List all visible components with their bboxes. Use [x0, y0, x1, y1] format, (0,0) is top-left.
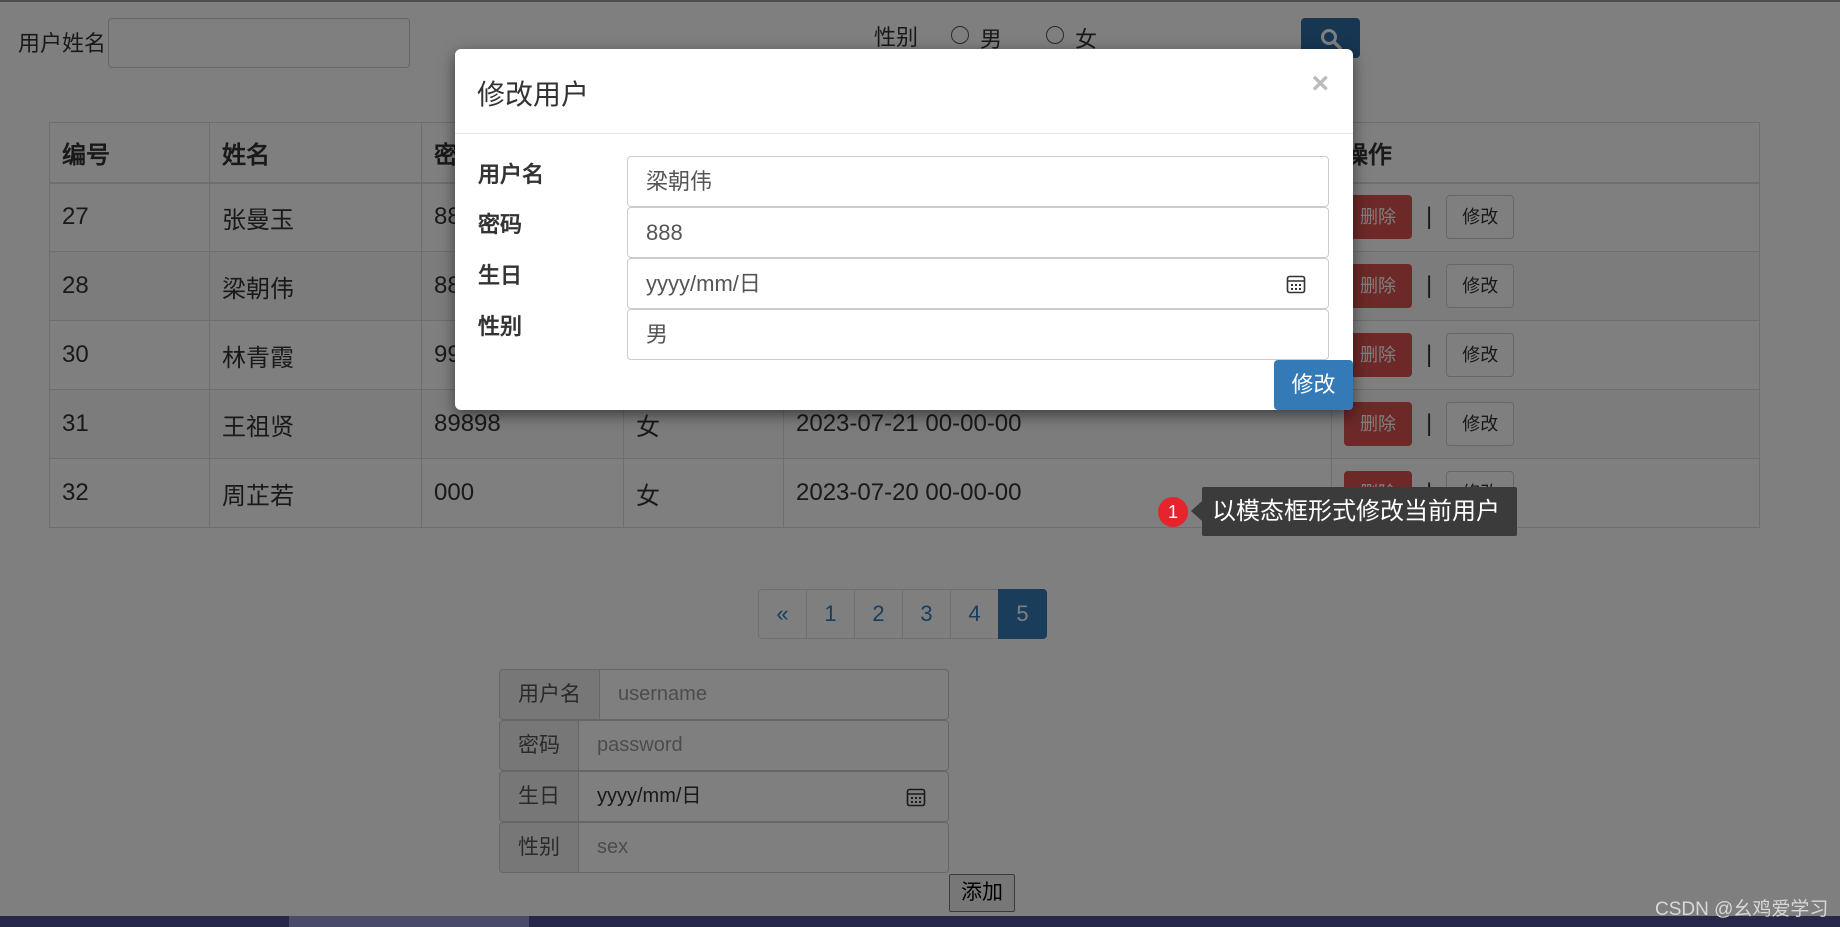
annotation-tooltip: 以模态框形式修改当前用户 [1202, 487, 1517, 536]
taskbar [0, 916, 1840, 927]
calendar-icon[interactable] [1286, 274, 1306, 294]
modal-username-label: 用户名 [478, 162, 545, 187]
close-icon[interactable]: × [1311, 67, 1329, 101]
modal-username-input[interactable]: 梁朝伟 [627, 156, 1329, 207]
modal-password-label: 密码 [478, 212, 523, 237]
modal-birthday-value: yyyy/mm/日 [646, 271, 761, 296]
watermark: CSDN @幺鸡爱学习 [1655, 899, 1829, 920]
step-badge: 1 [1158, 497, 1188, 527]
modal-birthday-input[interactable]: yyyy/mm/日 [627, 258, 1329, 309]
modal-divider [455, 133, 1353, 134]
edit-user-modal: 修改用户 × 用户名 梁朝伟 密码 888 生日 yyyy/mm/日 性别 男 … [455, 49, 1353, 410]
tooltip-arrow [1191, 501, 1202, 521]
taskbar-item[interactable] [289, 916, 529, 927]
modal-gender-label: 性别 [478, 314, 523, 339]
modal-birthday-label: 生日 [478, 263, 523, 288]
modal-password-input[interactable]: 888 [627, 207, 1329, 258]
modal-submit-button[interactable]: 修改 [1274, 360, 1353, 410]
modal-title: 修改用户 [477, 79, 590, 110]
modal-gender-input[interactable]: 男 [627, 309, 1329, 360]
